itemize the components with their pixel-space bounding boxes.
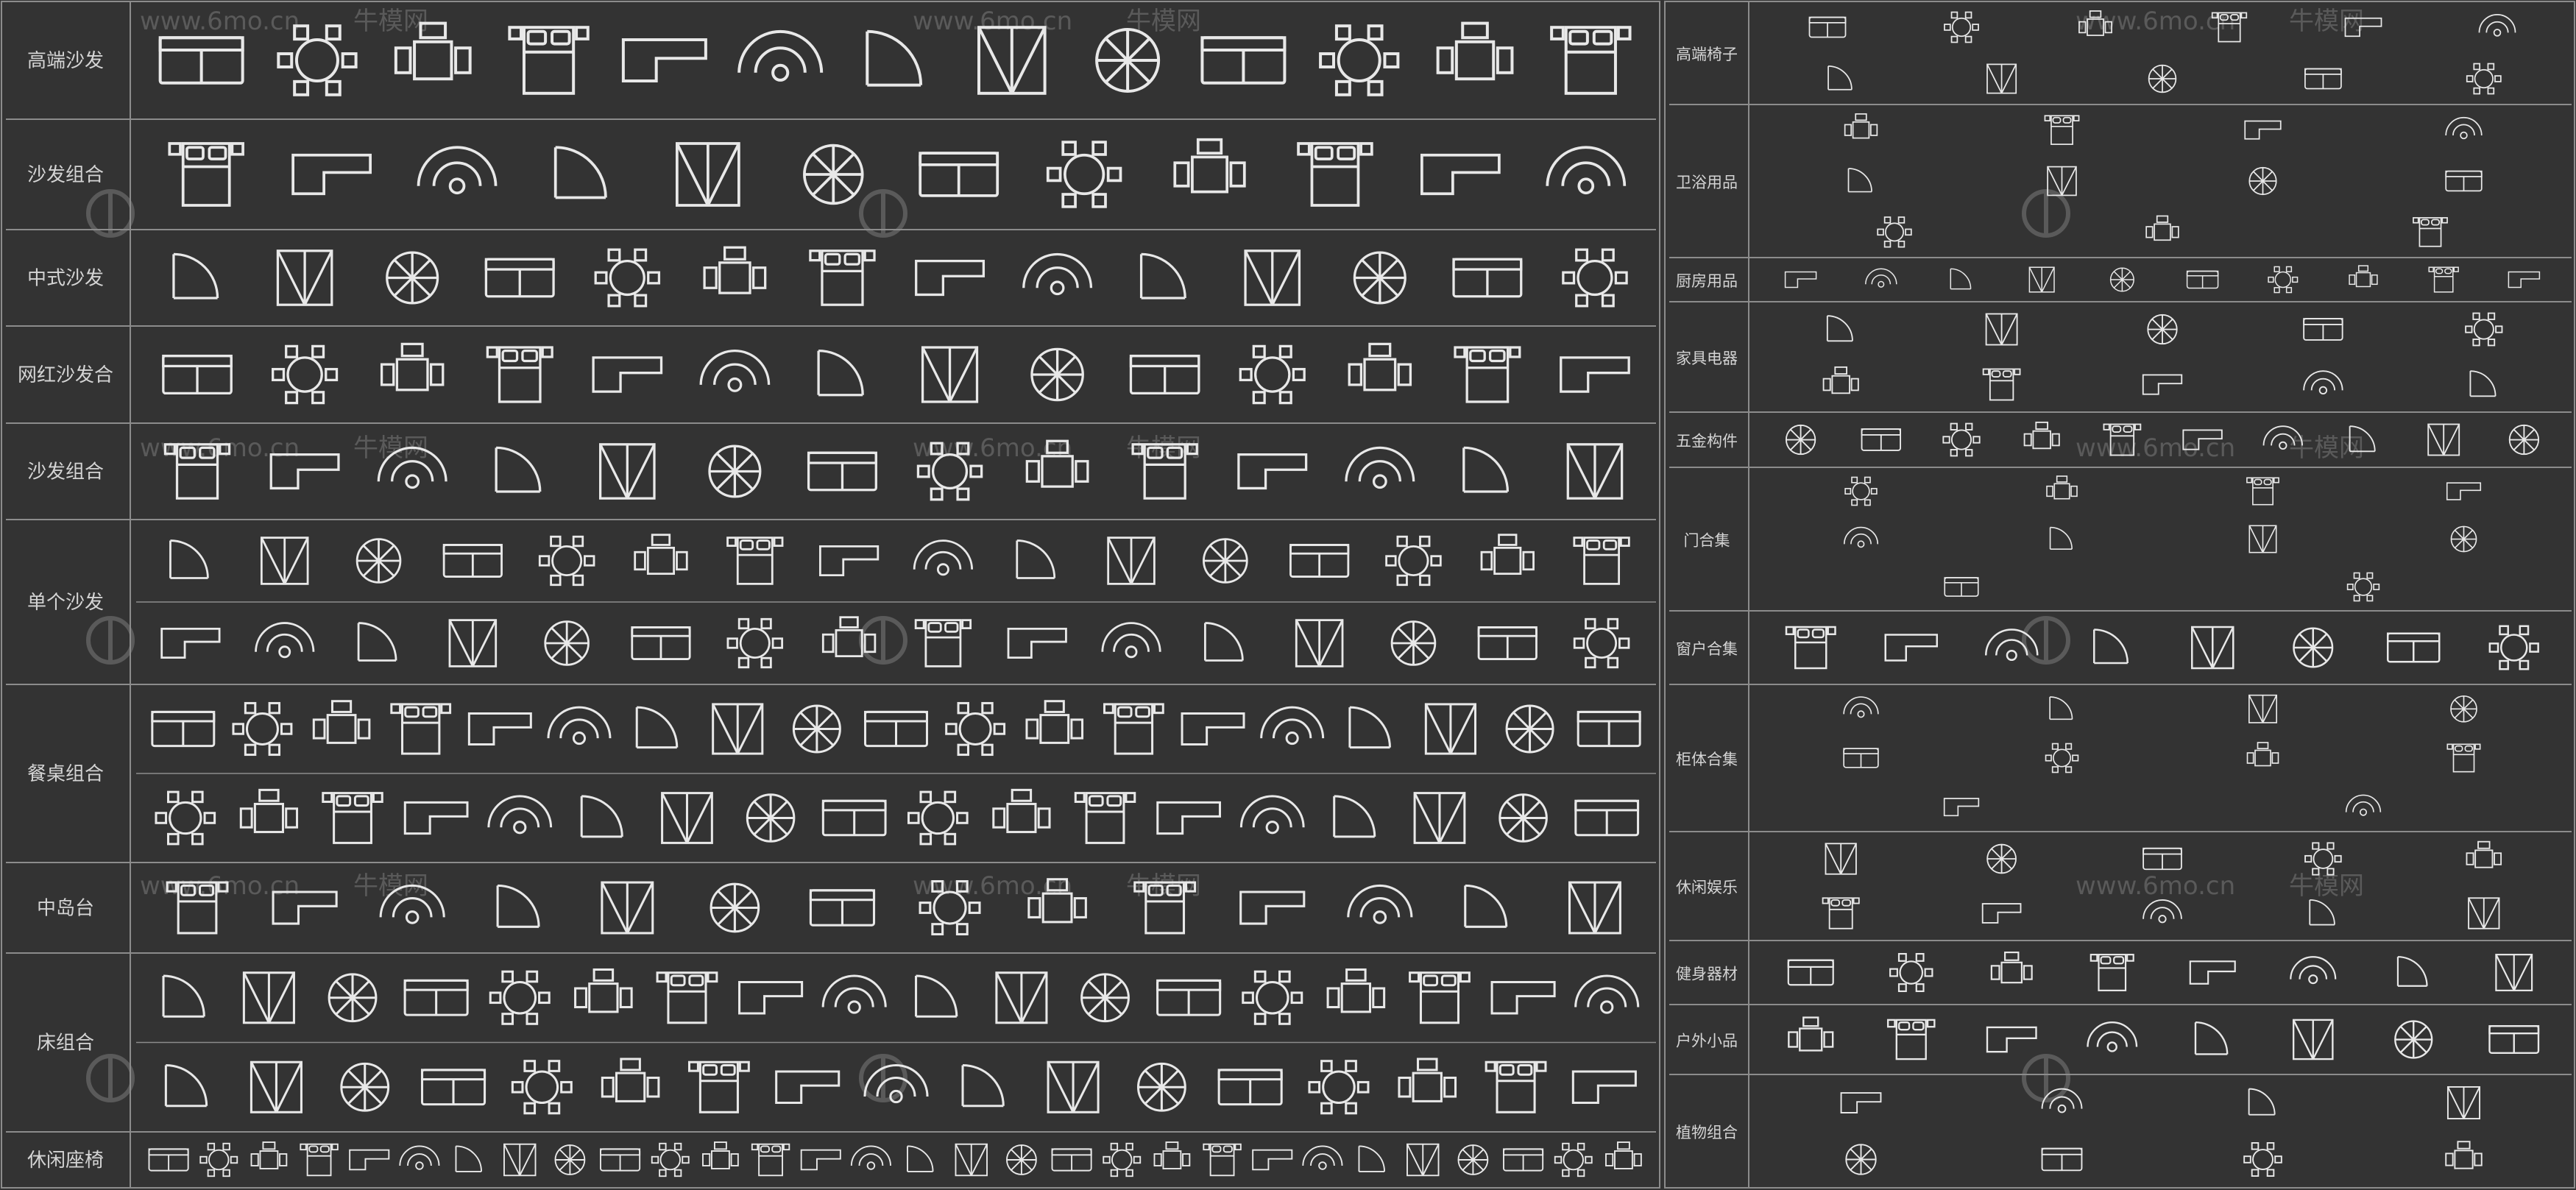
right-row-label: 窗户合集 [1676, 640, 1738, 658]
watermark-brand: 牛模网 [2289, 871, 2364, 901]
bar-dining-icon [1505, 704, 1554, 754]
right-row-label: 厨房用品 [1676, 272, 1738, 290]
right-row-label: 休闲娱乐 [1676, 879, 1738, 896]
watermark-site: www.6mo.cn [913, 7, 1072, 36]
curtain-icon [2293, 627, 2334, 668]
right-row-label: 高端椅子 [1676, 46, 1738, 63]
left-row-label: 休闲座椅 [27, 1150, 104, 1172]
watermark-site: www.6mo.cn [140, 871, 300, 901]
right-row-label: 五金构件 [1676, 433, 1738, 450]
washing-machine-icon [2147, 314, 2178, 345]
right-row-label: 健身器材 [1676, 966, 1738, 983]
right-row-label: 卫浴用品 [1676, 174, 1738, 191]
right-row-label: 户外小品 [1676, 1033, 1738, 1050]
stool-icon [2148, 64, 2177, 93]
watermark-brand: 牛模网 [2289, 7, 2364, 36]
bed-group-icon [1136, 1062, 1186, 1112]
low-sofa-icon [1030, 347, 1084, 402]
banquet-table-icon [746, 793, 796, 843]
left-row-label: 中岛台 [37, 898, 94, 920]
bidet-icon [2248, 166, 2277, 196]
rosewood-sofa-icon [386, 251, 439, 305]
round-twelve-icon [792, 704, 841, 754]
long-sofa-icon [1203, 538, 1248, 584]
egg-chair-icon [1006, 1144, 1037, 1175]
watermark-site: www.6mo.cn [2076, 433, 2235, 463]
watermark-brand: 牛模网 [353, 7, 428, 36]
oval-rug-sofa-icon [708, 445, 762, 498]
drawer-unit-icon [2450, 695, 2477, 723]
glass-door-icon [2450, 525, 2477, 553]
left-row-label: 沙发组合 [27, 164, 104, 186]
accent-chair-icon [554, 1144, 586, 1175]
left-row-label: 中式沙发 [27, 268, 104, 290]
side-sofa-icon [544, 620, 590, 666]
hinge-icon [1785, 424, 1816, 456]
left-row-label: 床组合 [37, 1033, 94, 1055]
left-row-label: 网红沙发合 [18, 364, 113, 386]
curved-couch-icon [355, 538, 402, 584]
watermark-site: www.6mo.cn [913, 433, 1072, 463]
cane-chair-icon [1457, 1144, 1489, 1175]
bbq-grill-icon [2394, 1020, 2433, 1059]
right-row-label: 家具电器 [1676, 350, 1738, 367]
left-row-label: 高端沙发 [27, 50, 104, 72]
piano-icon [1986, 843, 2017, 874]
left-row-label: 沙发组合 [27, 461, 104, 484]
profile-icon [2508, 424, 2540, 456]
left-row-label: 单个沙发 [27, 592, 104, 614]
watermark-brand: 牛模网 [1126, 433, 1201, 463]
tree-elevation-icon [1845, 1144, 1877, 1175]
queen-bed-icon [328, 973, 378, 1023]
angled-sofa-set-icon [803, 144, 864, 205]
microwave-icon [2109, 267, 2134, 292]
right-row-label: 柜体合集 [1676, 751, 1738, 768]
watermark-site: www.6mo.cn [140, 7, 300, 36]
qing-sofa-icon [1353, 251, 1406, 305]
round-lounge-icon [1095, 28, 1161, 93]
right-row-label: 植物组合 [1676, 1124, 1738, 1141]
oval-group-icon [1498, 793, 1548, 843]
bed-rug-icon [340, 1062, 390, 1112]
sheet-background [0, 0, 2576, 1190]
lounge-couch-icon [1390, 620, 1437, 666]
cad-block-library-sheet: www.6mo.cn 牛模网 www.6mo.cn 牛模网 www.6mo.cn 牛模网 w… [0, 0, 2576, 1190]
upholstered-bed-icon [1080, 973, 1130, 1023]
watermark-brand: 牛模网 [1126, 871, 1201, 901]
watermark-site: www.6mo.cn [2076, 871, 2235, 901]
long-island-icon [710, 882, 760, 933]
right-row-label: 门合集 [1684, 532, 1730, 550]
left-row-label: 餐桌组合 [27, 763, 104, 785]
